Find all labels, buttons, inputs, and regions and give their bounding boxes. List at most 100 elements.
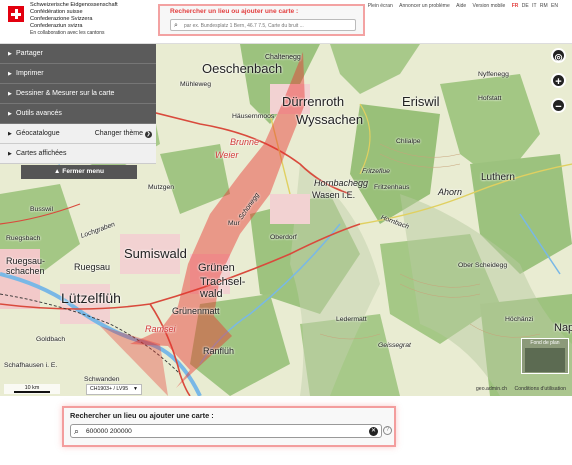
place-oeschenbach: Oeschenbach <box>202 61 283 76</box>
menu-tools[interactable]: ▶ Outils avancés <box>0 104 156 124</box>
place-brunne: Brunne <box>230 137 260 147</box>
place-fritzenhaus: Fritzenhaus <box>374 184 410 191</box>
caret-right-icon: ▶ <box>8 151 12 157</box>
menu-print-label: Imprimer <box>16 70 44 77</box>
menu-displayed-maps-label: Cartes affichées <box>16 150 67 157</box>
confederation-rm: Confederaziun svizra <box>30 23 83 29</box>
geoadmin-link[interactable]: geo.admin.ch <box>476 386 507 392</box>
swiss-flag-icon <box>8 6 24 22</box>
place-ledermatt: Ledermatt <box>336 316 367 323</box>
place-gruenen: Grünen <box>198 262 235 274</box>
place-hornbachegg: Hornbachegg <box>314 178 369 188</box>
caret-up-icon: ▲ <box>53 168 61 175</box>
place-durrenroth: Dürrenroth <box>282 94 345 109</box>
place-ruegsau: Ruegsau <box>74 262 111 272</box>
confederation-logo-text: Schweizerische Eidgenossenschaft Confédé… <box>30 2 118 37</box>
caret-right-icon: ▶ <box>8 111 12 117</box>
place-ober-scheidegg: Ober Scheidegg <box>458 262 508 269</box>
fullscreen-link[interactable]: Plein écran <box>368 3 393 9</box>
projection-select[interactable]: CH1903+ / LV95 ▼ <box>86 384 142 395</box>
caret-right-icon: ▶ <box>8 91 12 97</box>
place-huesernmoos: Häusernmoos <box>232 113 275 120</box>
zoom-in-button[interactable]: + <box>551 73 566 88</box>
search-widget: Rechercher un lieu ou ajouter une carte … <box>62 406 396 447</box>
place-ramsei: Ramsei <box>145 324 176 334</box>
zoom-out-button[interactable]: − <box>551 98 566 113</box>
collaboration-text: En collaboration avec les cantons <box>30 30 105 36</box>
place-muehleweg: Mühleweg <box>180 81 211 88</box>
chevron-right-icon: ❯ <box>145 131 152 138</box>
place-mutzgen: Mutzgen <box>148 184 175 191</box>
background-map-thumbnail <box>525 348 565 372</box>
lang-en[interactable]: EN <box>551 3 558 9</box>
background-map-label: Fond de plan <box>530 340 560 346</box>
place-ranflueh: Ranflüh <box>203 346 235 356</box>
place-schafhausen: Schafhausen i. E. <box>4 362 58 369</box>
menu-draw[interactable]: ▶ Dessiner & Mesurer sur la carte <box>0 84 156 104</box>
mobile-version-link[interactable]: Version mobile <box>473 3 506 9</box>
lang-rm[interactable]: RM <box>540 3 548 9</box>
place-chlialpen: Chlialpe <box>396 138 421 145</box>
help-link[interactable]: Aide <box>456 3 466 9</box>
place-wasen: Wasen i.E. <box>312 190 356 200</box>
header-search-label: Rechercher un lieu ou ajouter une carte … <box>170 8 299 15</box>
confederation-de: Schweizerische Eidgenossenschaft <box>30 2 118 8</box>
menu-catalog-label: Géocatalogue <box>16 130 60 137</box>
caret-right-icon: ▶ <box>8 71 12 77</box>
close-menu-button[interactable]: ▲ Fermer menu <box>21 165 137 179</box>
lang-de[interactable]: DE <box>522 3 529 9</box>
background-map-selector[interactable]: Fond de plan <box>521 338 569 374</box>
terms-link[interactable]: Conditions d'utilisation <box>515 386 566 392</box>
search-icon: ⌕ <box>174 22 178 29</box>
place-luthern: Luthern <box>481 172 515 183</box>
search-widget-box[interactable]: ⌕ ✕ <box>70 424 382 438</box>
search-widget-label: Rechercher un lieu ou ajouter une carte … <box>70 411 214 420</box>
header-search-panel: Rechercher un lieu ou ajouter une carte … <box>158 4 365 36</box>
place-hofstatt: Hofstatt <box>478 95 502 102</box>
menu-share-label: Partager <box>16 50 43 57</box>
locate-button[interactable]: ◎ <box>551 48 566 63</box>
menu-draw-label: Dessiner & Mesurer sur la carte <box>16 90 115 97</box>
menu-print[interactable]: ▶ Imprimer <box>0 64 156 84</box>
place-goldbach: Goldbach <box>36 336 66 343</box>
projection-label: CH1903+ / LV95 <box>90 386 129 392</box>
confederation-it: Confederazione Svizzera <box>30 16 93 22</box>
caret-right-icon: ▶ <box>8 131 12 137</box>
place-weier: Weier <box>215 150 239 160</box>
menu-catalog[interactable]: ▶ Géocatalogue Changer thème ❯ <box>0 124 156 144</box>
menu-displayed-maps[interactable]: ▶ Cartes affichées <box>0 144 156 164</box>
place-sumiswald: Sumiswald <box>124 246 187 261</box>
report-problem-link[interactable]: Annoncer un problème <box>399 3 450 9</box>
place-busswil: Busswil <box>30 206 54 213</box>
locate-icon: ◎ <box>554 52 563 62</box>
place-luetzelflueh: Lützelflüh <box>61 290 121 306</box>
chevron-down-icon: ▼ <box>133 386 138 392</box>
lang-it[interactable]: IT <box>532 3 536 9</box>
header-search-input[interactable] <box>184 21 352 30</box>
caret-right-icon: ▶ <box>8 51 12 57</box>
place-oberdorf: Oberdorf <box>270 234 297 241</box>
scale-bar: 10 km <box>4 384 60 394</box>
clear-icon[interactable]: ✕ <box>369 427 378 436</box>
place-trachselwald: Trachsel-wald <box>200 276 246 300</box>
help-icon[interactable]: ? <box>383 426 392 435</box>
place-mur: Mur <box>228 220 240 227</box>
search-icon: ⌕ <box>74 426 80 436</box>
place-wyssachen: Wyssachen <box>296 112 364 127</box>
menu-share[interactable]: ▶ Partager <box>0 44 156 64</box>
top-links: Plein écran Annoncer un problème Aide Ve… <box>363 3 558 9</box>
side-menu: ▶ Partager ▶ Imprimer ▶ Dessiner & Mesurer … <box>0 44 156 164</box>
place-hoechaenzi: Höchänzi <box>505 316 534 323</box>
menu-tools-label: Outils avancés <box>16 110 62 117</box>
geoadmin-app: Oeschenbach Chaltenegg Dürrenroth Wyssac… <box>0 0 572 465</box>
place-ruegsauschachen: Ruegsau-schachen <box>6 256 46 276</box>
close-menu-label: Fermer menu <box>62 168 105 175</box>
lang-fr[interactable]: FR <box>512 3 519 9</box>
map-footer-links: geo.admin.ch Conditions d'utilisation <box>470 386 566 392</box>
header-search-box[interactable]: ⌕ <box>170 19 356 31</box>
change-theme-button[interactable]: Changer thème ❯ <box>95 124 152 144</box>
search-widget-input[interactable] <box>86 426 360 437</box>
place-naepf: Nap <box>554 322 572 334</box>
confederation-fr: Confédération suisse <box>30 9 83 15</box>
change-theme-label: Changer thème <box>94 130 143 137</box>
